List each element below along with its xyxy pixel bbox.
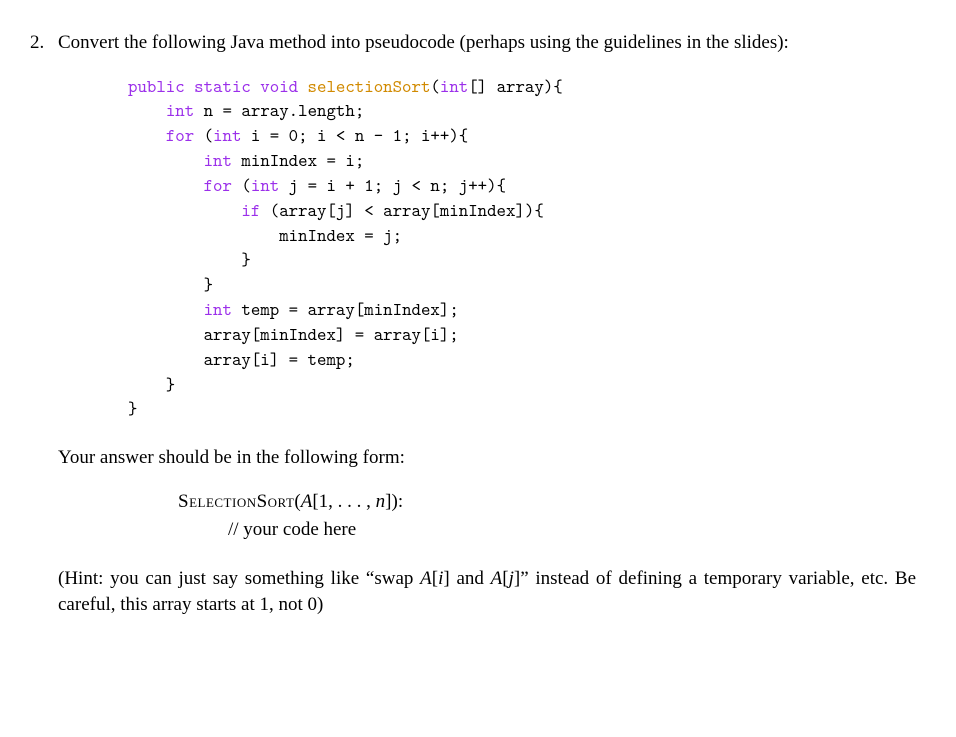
code-block: public static void selectionSort(int[] a… [128, 74, 916, 422]
code-kw: public static void [128, 74, 298, 98]
hint-A: A [491, 568, 503, 589]
code-pad [128, 297, 204, 321]
hint-A: A [420, 568, 432, 589]
code-ty: int [440, 74, 468, 98]
problem-number: 2. [30, 30, 58, 56]
code-text: } [128, 247, 251, 271]
code-pad [128, 98, 166, 122]
code-ty: int [204, 297, 232, 321]
code-text: array[minIndex] = array[i]; [128, 322, 459, 346]
code-ty: int [213, 123, 241, 147]
pseudo-args-close: ]): [385, 491, 403, 512]
pseudo-comment: // your code here [228, 517, 916, 544]
code-text: } [128, 272, 213, 296]
code-pad [128, 198, 241, 222]
code-ty: int [251, 173, 279, 197]
code-ty: int [166, 98, 194, 122]
code-text: (array[j] < array[minIndex]){ [260, 198, 544, 222]
answer-form-intro: Your answer should be in the following f… [58, 445, 916, 471]
code-text: n = array.length; [194, 98, 364, 122]
pseudo-arg-n: n [376, 491, 386, 512]
code-kw: if [241, 198, 260, 222]
pseudo-block: SelectionSort(A[1, . . . , n]): // your … [178, 489, 916, 544]
hint-part: and [450, 568, 491, 589]
code-text: } [128, 372, 175, 396]
code-ty: int [204, 148, 232, 172]
code-text: minIndex = j; [128, 223, 402, 247]
pseudo-signature: SelectionSort(A[1, . . . , n]): [178, 489, 916, 516]
hint-text: (Hint: you can just say something like “… [58, 566, 916, 617]
code-fn: selectionSort [298, 74, 430, 98]
hint-part: (Hint: you can just say something like “… [58, 568, 420, 589]
problem-body: Convert the following Java method into p… [58, 30, 916, 617]
code-text: array[i] = temp; [128, 347, 355, 371]
question-text: Convert the following Java method into p… [58, 30, 916, 56]
code-kw: for [166, 123, 194, 147]
code-text: } [128, 396, 137, 420]
pseudo-name: SelectionSort [178, 491, 294, 512]
pseudo-arg-A: A [301, 491, 313, 512]
code-text: [] array){ [468, 74, 563, 98]
code-text: temp = array[minIndex]; [232, 297, 459, 321]
code-pad [128, 173, 204, 197]
code-text: minIndex = i; [232, 148, 364, 172]
pseudo-args-mid: [1, . . . , [312, 491, 375, 512]
code-text: ( [430, 74, 439, 98]
code-text: j = i + 1; j < n; j++){ [279, 173, 506, 197]
code-pad [128, 123, 166, 147]
code-text: ( [194, 123, 213, 147]
code-text: i = 0; i < n - 1; i++){ [241, 123, 468, 147]
code-text: ( [232, 173, 251, 197]
code-pad [128, 148, 204, 172]
code-kw: for [204, 173, 232, 197]
problem: 2. Convert the following Java method int… [30, 30, 916, 617]
